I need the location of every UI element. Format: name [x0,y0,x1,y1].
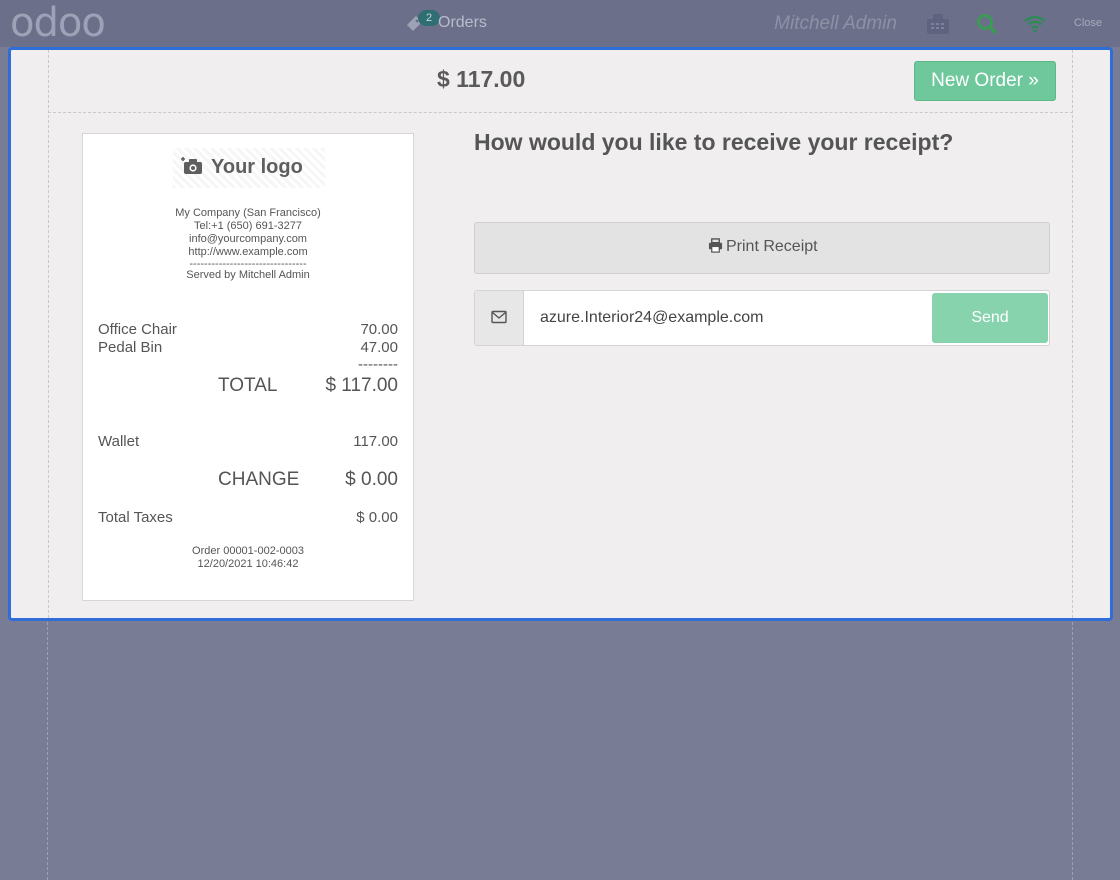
company-name: My Company (San Francisco) [175,207,321,219]
layout-divider [1072,50,1073,618]
email-input[interactable] [525,291,930,345]
print-receipt-button[interactable]: Print Receipt [474,222,1050,274]
product-name: Pedal Bin [98,339,163,356]
odoo-logo: odoo [10,0,106,46]
total-label: TOTAL [218,375,278,396]
layout-divider [48,50,49,618]
company-email: info@yourcompany.com [189,233,307,245]
receipt-preview: Your logo My Company (San Francisco) Tel… [82,133,414,601]
search-icon[interactable] [974,11,1000,37]
payment-method: Wallet [98,433,140,450]
send-email-button[interactable]: Send [932,293,1048,343]
taxes-value: $ 0.00 [356,509,398,526]
receipt-screen: $ 117.00 New Order » Your logo My Compan… [8,47,1113,621]
order-datetime: 12/20/2021 10:46:42 [197,558,299,570]
logo-text: Your logo [211,156,303,178]
wifi-icon [1024,15,1046,33]
taxes-label: Total Taxes [98,509,173,526]
print-receipt-label: Print Receipt [726,238,818,255]
email-receipt-group: Send [474,290,1050,346]
order-info: Order 00001-002-0003 12/20/2021 10:46:42 [83,545,413,571]
total-value: $ 117.00 [325,375,398,396]
company-info: My Company (San Francisco) Tel:+1 (650) … [83,207,413,282]
header-divider [48,112,1073,113]
separator-text: -------- [358,356,398,373]
payment-amount: 117.00 [353,433,398,450]
change-value: $ 0.00 [345,469,398,490]
printer-icon [708,238,723,253]
company-separator: -------------------------------- [189,258,307,270]
print-receipt-content: Print Receipt [708,238,818,256]
order-total-amount: $ 117.00 [437,66,526,92]
top-bar: odoo 2 Orders Mitchell Admin Close [0,0,1120,47]
change-label: CHANGE [218,469,300,490]
product-name: Office Chair [98,321,177,338]
served-by: Served by Mitchell Admin [186,269,310,281]
product-price: 70.00 [360,321,398,338]
orders-count-badge: 2 [418,10,440,26]
cashier-name[interactable]: Mitchell Admin [774,13,897,35]
company-phone: Tel:+1 (650) 691-3277 [194,220,302,232]
new-order-button[interactable]: New Order » [914,61,1056,101]
orders-label: Orders [438,14,487,31]
cash-register-icon[interactable] [925,11,951,37]
company-logo-placeholder: Your logo [173,148,325,188]
close-button[interactable]: Close [1074,17,1102,29]
product-price: 47.00 [360,339,398,356]
receipt-question: How would you like to receive your recei… [474,129,954,155]
order-reference: Order 00001-002-0003 [192,545,304,557]
camera-plus-icon [181,157,202,174]
email-addon [475,291,524,345]
envelope-icon [491,310,507,324]
